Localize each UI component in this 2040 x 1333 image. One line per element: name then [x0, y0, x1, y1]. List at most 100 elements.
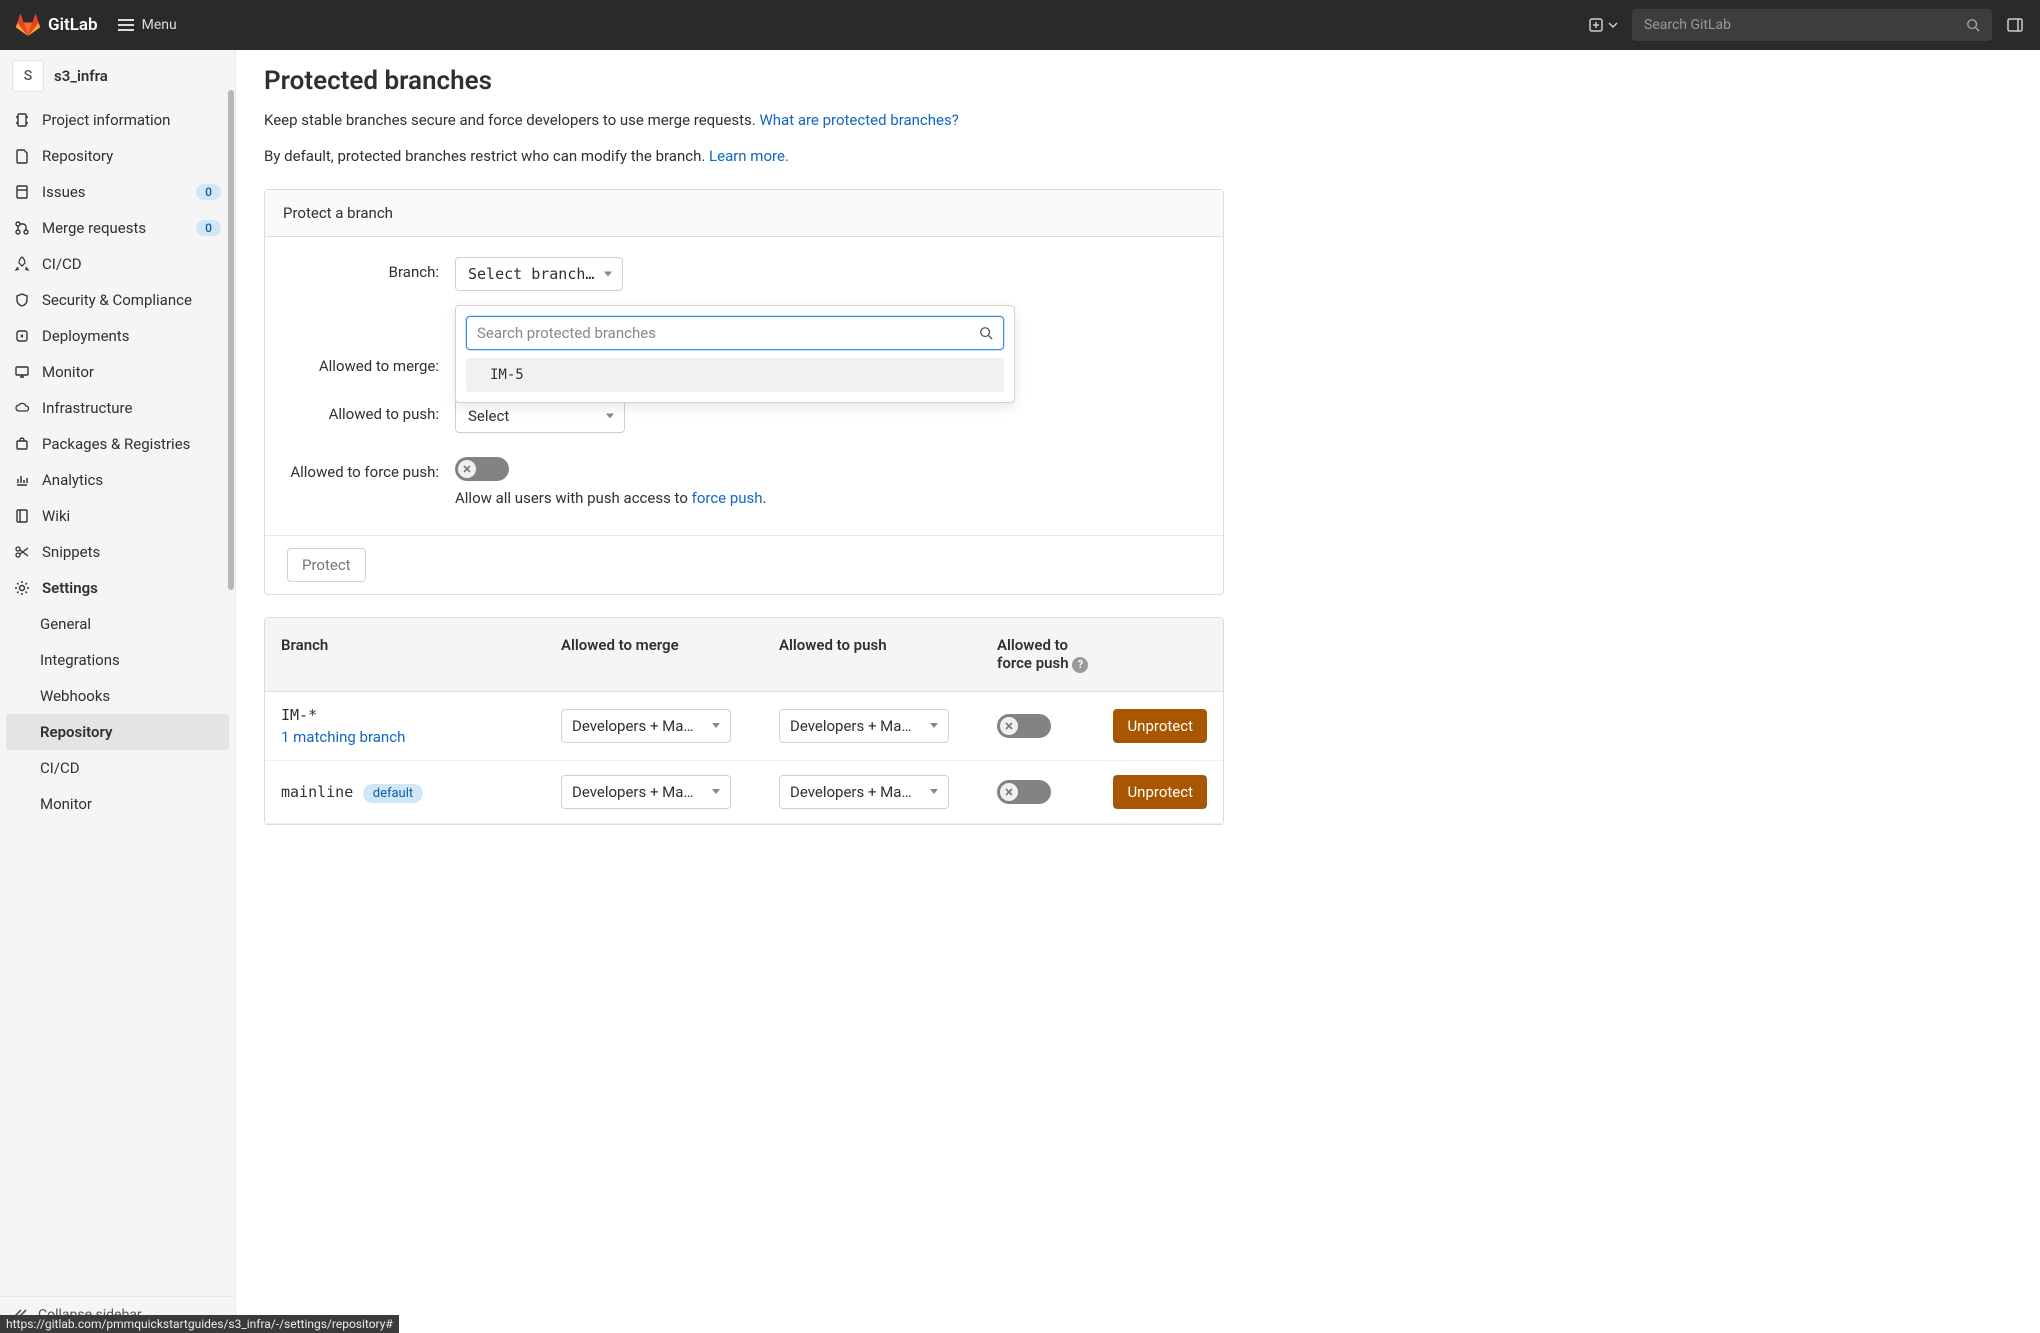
settings-subnav: General Integrations Webhooks Repository… [0, 606, 235, 822]
topbar-right [1588, 9, 2024, 41]
col-action [1093, 636, 1207, 673]
protect-button[interactable]: Protect [287, 548, 366, 582]
topbar-left: GitLab Menu [16, 13, 177, 37]
row-force-toggle[interactable] [997, 780, 1051, 804]
new-menu[interactable] [1588, 17, 1618, 33]
hamburger-icon [118, 19, 134, 31]
merge-select[interactable]: Developers + Ma… [561, 775, 731, 809]
merge-select[interactable]: Developers + Ma… [561, 709, 731, 743]
close-icon [1004, 787, 1014, 797]
chevron-down-icon [1608, 20, 1618, 30]
project-name: s3_infra [54, 67, 108, 85]
nav-snippets[interactable]: Snippets [0, 534, 235, 570]
project-header[interactable]: S s3_infra [0, 50, 235, 102]
branch-option-im5[interactable]: IM-5 [466, 358, 1004, 392]
branch-search-box[interactable] [466, 316, 1004, 350]
subnav-general[interactable]: General [0, 606, 235, 642]
issues-icon [14, 184, 30, 200]
nav-project-info[interactable]: Project information [0, 102, 235, 138]
nav-packages[interactable]: Packages & Registries [0, 426, 235, 462]
force-label: Allowed to force push: [285, 457, 455, 481]
force-push-toggle[interactable] [455, 457, 509, 481]
row-force: Allowed to force push: Allow all users w… [285, 457, 1203, 507]
nav-settings[interactable]: Settings [0, 570, 235, 606]
force-push-link[interactable]: force push [692, 489, 763, 507]
desc-line-2: By default, protected branches restrict … [264, 144, 1224, 170]
package-icon [14, 436, 30, 452]
nav-label: Snippets [42, 543, 221, 561]
branch-name: mainline [281, 783, 353, 801]
branch-search-input[interactable] [477, 324, 979, 342]
chart-icon [14, 472, 30, 488]
nav-analytics[interactable]: Analytics [0, 462, 235, 498]
learn-more-link[interactable]: Learn more. [709, 147, 789, 165]
nav-infrastructure[interactable]: Infrastructure [0, 390, 235, 426]
unprotect-button[interactable]: Unprotect [1113, 709, 1207, 743]
subnav-webhooks[interactable]: Webhooks [0, 678, 235, 714]
help-icon[interactable]: ? [1072, 657, 1088, 673]
push-select[interactable]: Select [455, 399, 625, 433]
branch-dropdown: IM-5 [455, 305, 1015, 403]
gear-icon [14, 580, 30, 596]
card-header: Protect a branch [265, 190, 1223, 237]
col-merge: Allowed to merge [561, 636, 779, 673]
menu-button[interactable]: Menu [118, 17, 177, 33]
shield-icon [14, 292, 30, 308]
subnav-integrations[interactable]: Integrations [0, 642, 235, 678]
side-panel-icon[interactable] [2006, 16, 2024, 34]
row-force-toggle[interactable] [997, 714, 1051, 738]
chevron-down-icon [930, 723, 938, 728]
unprotect-button[interactable]: Unprotect [1113, 775, 1207, 809]
issues-badge: 0 [196, 184, 221, 200]
plus-box-icon [1588, 17, 1604, 33]
toggle-knob [1000, 717, 1018, 735]
subnav-monitor[interactable]: Monitor [0, 786, 235, 822]
merge-label: Allowed to merge: [285, 351, 455, 375]
push-select[interactable]: Developers + Ma… [779, 709, 949, 743]
col-push: Allowed to push [779, 636, 997, 673]
subnav-repository[interactable]: Repository [6, 714, 229, 750]
book-icon [14, 508, 30, 524]
scissors-icon [14, 544, 30, 560]
toggle-knob [1000, 783, 1018, 801]
branch-name: IM-* [281, 706, 317, 724]
gitlab-logo[interactable]: GitLab [16, 13, 98, 37]
chevron-down-icon [712, 723, 720, 728]
nav-repository[interactable]: Repository [0, 138, 235, 174]
nav-label: Project information [42, 111, 221, 129]
protected-table: Branch Allowed to merge Allowed to push … [264, 617, 1224, 825]
branch-select[interactable]: Select branch… [455, 257, 623, 291]
project-avatar: S [12, 60, 44, 92]
card-footer: Protect [265, 535, 1223, 594]
nav-label: CI/CD [42, 255, 221, 273]
content: Protected branches Keep stable branches … [236, 50, 2040, 1333]
subnav-cicd[interactable]: CI/CD [0, 750, 235, 786]
push-select[interactable]: Developers + Ma… [779, 775, 949, 809]
nav-label: Analytics [42, 471, 221, 489]
sidebar: S s3_infra Project information Repositor… [0, 50, 236, 1333]
nav-label: Wiki [42, 507, 221, 525]
nav-security[interactable]: Security & Compliance [0, 282, 235, 318]
sidebar-scrollbar[interactable] [227, 50, 235, 1333]
table-row: IM-* 1 matching branch Developers + Ma… … [265, 692, 1223, 761]
what-are-link[interactable]: What are protected branches? [759, 111, 958, 129]
default-badge: default [363, 784, 423, 803]
nav-cicd[interactable]: CI/CD [0, 246, 235, 282]
gitlab-icon [16, 13, 40, 37]
branch-label: Branch: [285, 257, 455, 281]
search-icon [979, 326, 993, 340]
nav-issues[interactable]: Issues 0 [0, 174, 235, 210]
nav-label: Repository [42, 147, 221, 165]
search-box[interactable] [1632, 9, 1992, 41]
nav-merge-requests[interactable]: Merge requests 0 [0, 210, 235, 246]
nav-wiki[interactable]: Wiki [0, 498, 235, 534]
search-input[interactable] [1644, 17, 1966, 33]
matching-link[interactable]: 1 matching branch [281, 728, 561, 746]
col-branch: Branch [281, 636, 561, 673]
nav-deployments[interactable]: Deployments [0, 318, 235, 354]
topbar: GitLab Menu [0, 0, 2040, 50]
nav-label: Merge requests [42, 219, 184, 237]
nav-list: Project information Repository Issues 0 … [0, 102, 235, 1296]
menu-label: Menu [142, 17, 177, 33]
nav-monitor[interactable]: Monitor [0, 354, 235, 390]
